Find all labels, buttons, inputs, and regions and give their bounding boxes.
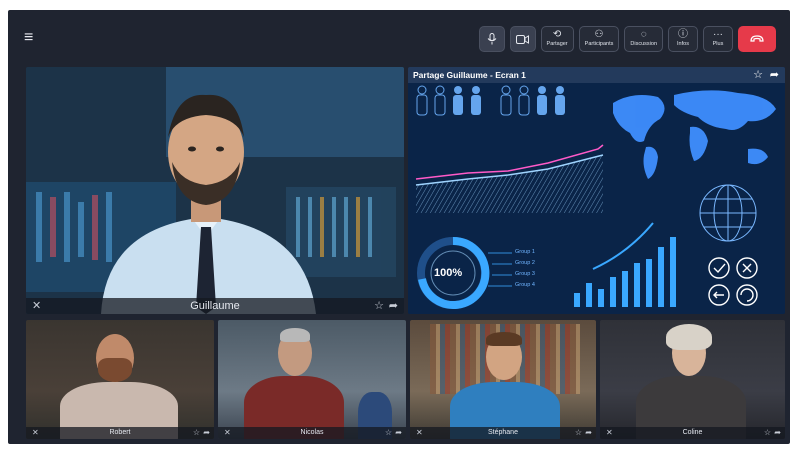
share-arrow-icon[interactable]: ➦ — [395, 428, 402, 437]
participant-name: Robert — [109, 429, 131, 436]
star-icon[interactable]: ☆ — [753, 68, 763, 81]
star-icon[interactable]: ☆ — [764, 428, 771, 437]
participant-tile-1[interactable]: ✕ Robert ☆ ➦ — [26, 320, 214, 439]
share-header: Partage Guillaume - Ecran 1 ☆ ➦ — [408, 67, 785, 83]
participants-button[interactable]: ⚇ Participants — [578, 26, 620, 52]
star-icon[interactable]: ☆ — [575, 428, 582, 437]
participant-name: Nicolas — [300, 429, 324, 436]
participants-label: Participants — [584, 41, 614, 47]
tile-footer: ✕ Robert ☆ ➦ — [26, 427, 214, 439]
main-tile-footer: ✕ Guillaume ☆ ➦ — [26, 298, 404, 314]
group-label-1: Group 1 — [515, 249, 535, 255]
more-label: Plus — [712, 41, 724, 47]
discussion-button[interactable]: ◌ Discussion — [624, 26, 663, 52]
more-dots-icon: ··· — [713, 29, 723, 40]
group-label-2: Group 2 — [515, 260, 535, 266]
chat-bubble-icon: ◌ — [640, 29, 647, 40]
share-arrow-icon[interactable]: ➦ — [774, 428, 781, 437]
share-arrow-icon[interactable]: ➦ — [389, 299, 398, 312]
share-screen-icon: ⟲ — [552, 29, 562, 40]
participant-hair — [666, 324, 712, 350]
share-button[interactable]: ⟲ Partager — [540, 26, 574, 52]
participant-beard — [98, 358, 132, 382]
tile-footer: ✕ Coline ☆ ➦ — [600, 427, 785, 439]
call-toolbar: ⟲ Partager ⚇ Participants ◌ Discussion ⓘ… — [478, 26, 776, 52]
group-label-4: Group 4 — [515, 282, 535, 288]
participant-tile-2[interactable]: ✕ Nicolas ☆ ➦ — [218, 320, 406, 439]
share-arrow-icon[interactable]: ➦ — [585, 428, 592, 437]
star-icon[interactable]: ☆ — [385, 428, 392, 437]
discussion-label: Discussion — [630, 41, 657, 47]
hangup-button[interactable] — [738, 26, 776, 52]
microphone-icon — [487, 33, 497, 45]
participants-icon: ⚇ — [594, 29, 604, 40]
infos-button[interactable]: ⓘ Infos — [668, 26, 698, 52]
ring-value: 100% — [434, 267, 463, 279]
video-call-window: ≡ ⟲ Partager ⚇ Participants ◌ Discussion… — [8, 10, 790, 444]
share-arrow-icon[interactable]: ➦ — [770, 68, 779, 81]
share-arrow-icon[interactable]: ➦ — [203, 428, 210, 437]
participant-tile-4[interactable]: ✕ Coline ☆ ➦ — [600, 320, 785, 439]
microphone-button[interactable] — [478, 26, 505, 52]
participant-hair — [486, 332, 522, 346]
camera-button[interactable] — [509, 26, 536, 52]
infos-label: Infos — [677, 41, 689, 47]
group-label-3: Group 3 — [515, 271, 535, 277]
info-icon: ⓘ — [678, 29, 688, 40]
share-label: Partager — [546, 41, 568, 47]
share-dashboard-graphic — [408, 83, 785, 314]
participant-name: Coline — [682, 429, 703, 436]
tile-footer: ✕ Nicolas ☆ ➦ — [218, 427, 406, 439]
menu-icon[interactable]: ≡ — [24, 30, 38, 46]
participant-hair — [280, 328, 310, 342]
share-title: Partage Guillaume - Ecran 1 — [413, 70, 526, 80]
participant-name: Guillaume — [190, 300, 240, 312]
tile-footer: ✕ Stéphane ☆ ➦ — [410, 427, 596, 439]
phone-hangup-icon — [750, 35, 764, 43]
screen-share-tile[interactable]: Partage Guillaume - Ecran 1 ☆ ➦ 100% Gro… — [408, 67, 785, 314]
star-icon[interactable]: ☆ — [193, 428, 200, 437]
participant-tile-3[interactable]: ✕ Stéphane ☆ ➦ — [410, 320, 596, 439]
star-icon[interactable]: ☆ — [374, 299, 384, 312]
participant-name: Stéphane — [488, 429, 518, 436]
main-video-image — [26, 67, 404, 314]
more-button[interactable]: ··· Plus — [703, 26, 733, 52]
camera-icon — [516, 34, 530, 44]
main-video-tile[interactable]: ✕ Guillaume ☆ ➦ — [26, 67, 404, 314]
